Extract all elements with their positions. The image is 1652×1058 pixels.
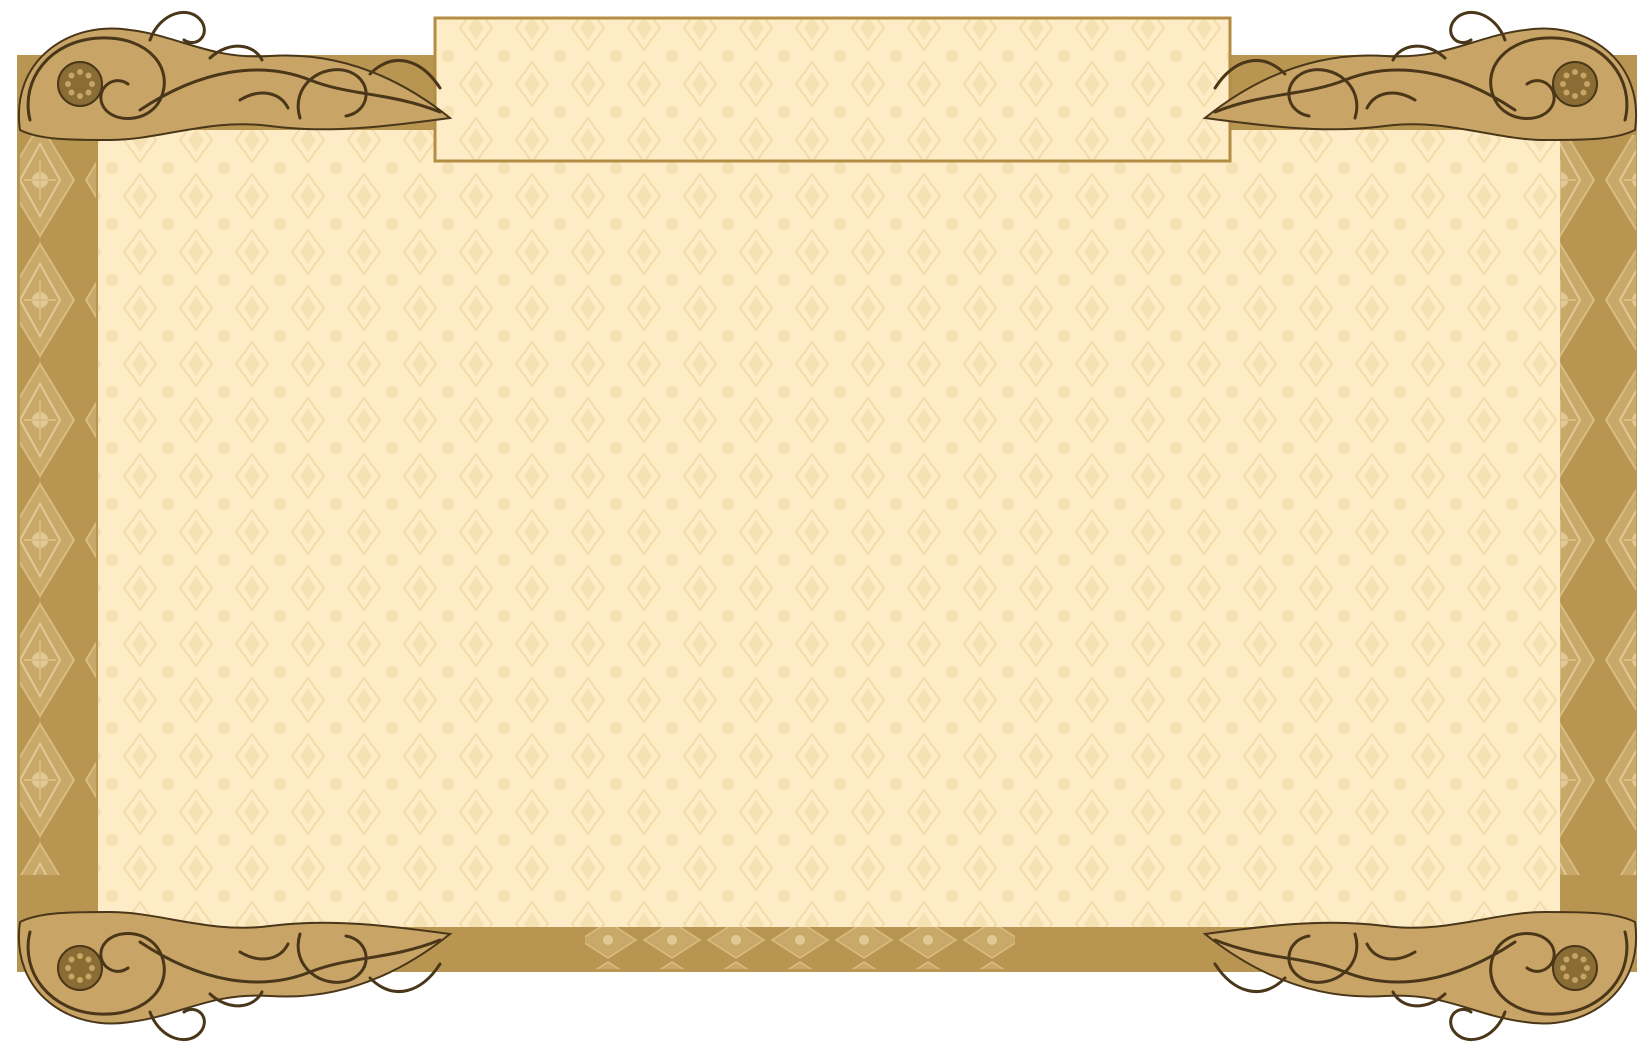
ornament-dot bbox=[1563, 89, 1570, 96]
paper-panel bbox=[98, 130, 1560, 927]
ornament-dot bbox=[1580, 973, 1587, 980]
ornament-dot bbox=[85, 89, 92, 96]
left-ornamental-band bbox=[20, 135, 96, 875]
ornament-dot bbox=[77, 93, 83, 99]
ornament-dot bbox=[68, 956, 75, 963]
ornament-dot bbox=[85, 973, 92, 980]
ornament-dot bbox=[1584, 81, 1590, 87]
ornament-dot bbox=[68, 973, 75, 980]
ornament-dot bbox=[65, 965, 71, 971]
decorative-frame-canvas bbox=[0, 0, 1652, 1058]
bottom-left-scroll-ornament bbox=[17, 910, 453, 1042]
ornament-dot bbox=[1572, 69, 1578, 75]
ornament-dot bbox=[68, 72, 75, 79]
ornament-dot bbox=[1563, 956, 1570, 963]
ornament-dot bbox=[1584, 965, 1590, 971]
ornament-dot bbox=[1563, 973, 1570, 980]
ornament-dot bbox=[1580, 72, 1587, 79]
ornament-rosette bbox=[57, 61, 103, 107]
ornament-rosette bbox=[57, 945, 103, 991]
ornament-dot bbox=[1560, 81, 1566, 87]
ornament-rosette bbox=[1552, 61, 1598, 107]
bottom-right-scroll-ornament bbox=[1202, 910, 1638, 1042]
bottom-ornamental-band bbox=[585, 925, 1015, 969]
right-ornamental-band bbox=[1560, 135, 1636, 875]
ornament-dot bbox=[77, 953, 83, 959]
ornament-dot bbox=[1580, 956, 1587, 963]
ornament-rosette bbox=[1552, 945, 1598, 991]
ornament-dot bbox=[1563, 72, 1570, 79]
ornament-dot bbox=[1572, 93, 1578, 99]
ornament-dot bbox=[1572, 953, 1578, 959]
ornament-dot bbox=[1560, 965, 1566, 971]
ornament-dot bbox=[65, 81, 71, 87]
ornament-dot bbox=[68, 89, 75, 96]
ornament-dot bbox=[1572, 977, 1578, 983]
ornament-dot bbox=[85, 956, 92, 963]
title-plate bbox=[433, 16, 1232, 163]
ornament-dot bbox=[77, 977, 83, 983]
ornate-certificate-frame bbox=[17, 10, 1638, 1042]
ornament-dot bbox=[89, 81, 95, 87]
ornament-dot bbox=[1580, 89, 1587, 96]
ornament-dot bbox=[77, 69, 83, 75]
ornament-dot bbox=[89, 965, 95, 971]
ornament-dot bbox=[85, 72, 92, 79]
